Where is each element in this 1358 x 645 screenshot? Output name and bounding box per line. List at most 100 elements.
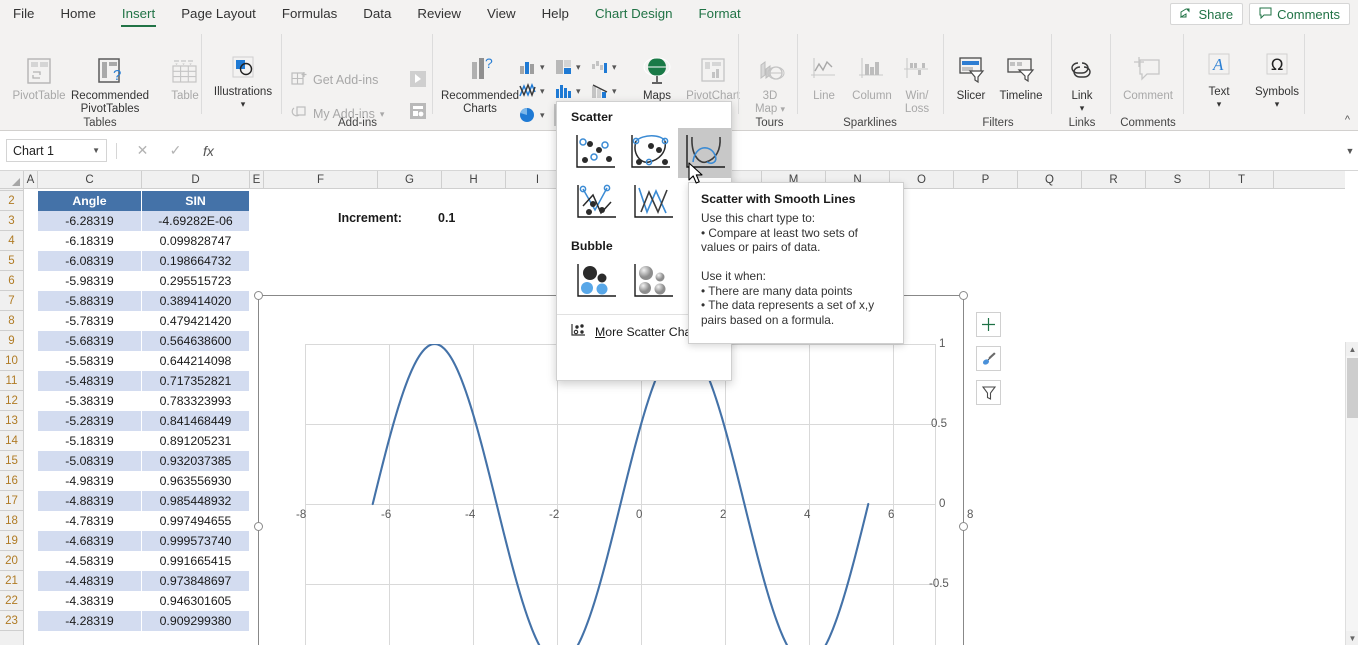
col-header-T[interactable]: T [1210,171,1274,188]
table-row[interactable]: -5.28319 0.841468449 [38,411,250,431]
scroll-down-icon[interactable]: ▼ [1346,631,1358,645]
chevron-down-icon[interactable]: ▾ [540,86,545,97]
tab-insert[interactable]: Insert [111,1,166,27]
row-header-24[interactable] [0,631,24,645]
cell-angle[interactable]: -5.88319 [38,291,142,311]
table-row[interactable]: -5.18319 0.891205231 [38,431,250,451]
cell-angle[interactable]: -6.18319 [38,231,142,251]
chevron-down-icon[interactable]: ▾ [612,86,617,97]
cell-sin[interactable]: 0.985448932 [142,491,250,511]
comment-button[interactable]: Comment [1113,54,1183,103]
row-header-5[interactable]: 5 [0,251,24,271]
cell-angle[interactable]: -4.78319 [38,511,142,531]
chevron-down-icon[interactable]: ▾ [540,62,545,73]
table-row[interactable]: -5.38319 0.783323993 [38,391,250,411]
cell-angle[interactable]: -5.78319 [38,311,142,331]
col-header-G[interactable]: G [378,171,442,188]
row-header-15[interactable]: 15 [0,451,24,471]
col-header-A[interactable]: A [24,171,38,188]
table-row[interactable]: -4.48319 0.973848697 [38,571,250,591]
chart-resize-handle-ml[interactable] [254,522,263,531]
col-header-H[interactable]: H [442,171,506,188]
chevron-down-icon[interactable]: ▾ [612,62,617,73]
tab-chart-design[interactable]: Chart Design [584,1,684,27]
table-row[interactable]: -6.08319 0.198664732 [38,251,250,271]
col-header-R[interactable]: R [1082,171,1146,188]
cell-angle[interactable]: -6.08319 [38,251,142,271]
chevron-down-icon[interactable]: ▾ [208,100,278,109]
tab-file[interactable]: File [2,1,45,27]
table-row[interactable]: -4.98319 0.963556930 [38,471,250,491]
chart-resize-handle-mr[interactable] [959,522,968,531]
tab-format[interactable]: Format [688,1,752,27]
table-row[interactable]: -5.88319 0.389414020 [38,291,250,311]
cell-sin[interactable]: 0.973848697 [142,571,250,591]
scatter-markers-only-icon[interactable] [568,128,621,178]
row-header-3[interactable]: 3 [0,211,24,231]
scrollbar-thumb[interactable] [1347,358,1358,418]
collapse-ribbon-button[interactable]: ^ [1345,114,1350,126]
cell-sin[interactable]: 0.717352821 [142,371,250,391]
cell-angle[interactable]: -5.98319 [38,271,142,291]
col-header-Q[interactable]: Q [1018,171,1082,188]
cell-sin[interactable]: 0.909299380 [142,611,250,631]
cell-sin[interactable]: 0.997494655 [142,511,250,531]
cell-angle[interactable]: -4.48319 [38,571,142,591]
table-row[interactable]: -4.78319 0.997494655 [38,511,250,531]
vertical-scrollbar[interactable]: ▲ ▼ [1345,342,1358,645]
chevron-down-icon[interactable]: ▾ [1242,100,1312,109]
row-header-21[interactable]: 21 [0,571,24,591]
table-row[interactable]: -5.08319 0.932037385 [38,451,250,471]
name-box[interactable]: Chart 1 ▼ [6,139,107,162]
row-header-10[interactable]: 10 [0,351,24,371]
chevron-down-icon[interactable]: ▾ [576,62,581,73]
row-header-11[interactable]: 11 [0,371,24,391]
select-all-corner[interactable] [0,171,24,188]
chart-elements-plus-icon[interactable] [976,312,1001,337]
cell-sin[interactable]: 0.991665415 [142,551,250,571]
cell-sin[interactable]: 0.295515723 [142,271,250,291]
chevron-down-icon[interactable]: ▼ [92,146,100,155]
pie-chart-button[interactable]: ▾ [518,106,545,124]
tab-view[interactable]: View [476,1,527,27]
cell-sin[interactable]: 0.564638600 [142,331,250,351]
bubble-3d-icon[interactable] [625,257,680,307]
cell-angle[interactable]: -4.28319 [38,611,142,631]
row-header-12[interactable]: 12 [0,391,24,411]
row-header-16[interactable]: 16 [0,471,24,491]
cell-angle[interactable]: -4.88319 [38,491,142,511]
column-chart-button[interactable]: ▾ [518,58,545,76]
link-button[interactable]: Link ▾ [1047,54,1117,113]
check-icon[interactable]: ✓ [159,139,192,162]
cell-angle[interactable]: -5.58319 [38,351,142,371]
row-header-6[interactable]: 6 [0,271,24,291]
tab-home[interactable]: Home [49,1,106,27]
row-header-4[interactable]: 4 [0,231,24,251]
cell-angle[interactable]: -4.98319 [38,471,142,491]
col-header-U[interactable] [1274,171,1345,188]
area-chart-button[interactable]: ▾ [590,82,617,100]
table-row[interactable]: -5.98319 0.295515723 [38,271,250,291]
table-row[interactable]: -4.38319 0.946301605 [38,591,250,611]
scroll-up-icon[interactable]: ▲ [1346,342,1358,356]
cell-angle[interactable]: -6.28319 [38,211,142,231]
cell-sin[interactable]: 0.946301605 [142,591,250,611]
cell-sin[interactable]: 0.891205231 [142,431,250,451]
cell-sin[interactable]: 0.479421420 [142,311,250,331]
cell-sin[interactable]: 0.644214098 [142,351,250,371]
timeline-button[interactable]: Timeline [991,54,1051,103]
formula-input[interactable] [231,139,1334,162]
table-row[interactable]: -5.58319 0.644214098 [38,351,250,371]
col-header-C[interactable]: C [38,171,142,188]
cancel-icon[interactable]: ✕ [126,139,159,162]
bar-chart-button[interactable]: ▾ [554,82,581,100]
chevron-down-icon[interactable]: ▾ [1047,104,1117,113]
cell-angle[interactable]: -5.28319 [38,411,142,431]
col-header-S[interactable]: S [1146,171,1210,188]
bubble-icon[interactable] [568,257,623,307]
cell-sin[interactable]: 0.198664732 [142,251,250,271]
tab-review[interactable]: Review [406,1,472,27]
cell-sin[interactable]: 0.999573740 [142,531,250,551]
cell-sin[interactable]: 0.932037385 [142,451,250,471]
scatter-straight-lines-markers-icon[interactable] [568,178,623,228]
